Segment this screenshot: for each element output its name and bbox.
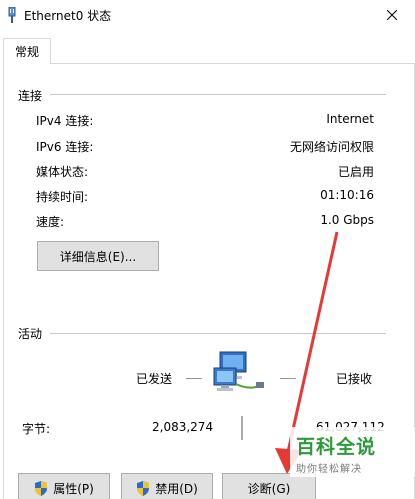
ipv6-label: IPv6 连接:: [36, 140, 94, 154]
tab-general[interactable]: 常规: [3, 38, 51, 64]
window-title: Ethernet0 状态: [24, 9, 112, 23]
disable-button[interactable]: 禁用(D): [121, 473, 213, 499]
ipv4-value: Internet: [326, 112, 374, 126]
connection-group-label: 连接: [18, 89, 43, 103]
watermark-subtitle: 助你轻松解决: [296, 464, 362, 475]
sent-label: 已发送: [136, 372, 173, 386]
watermark-title: 百科全说: [296, 436, 377, 458]
sent-dash: [186, 378, 202, 379]
bytes-sent-value: 2,083,274: [152, 420, 214, 434]
properties-label: 属性(P): [53, 481, 94, 496]
duration-value: 01:10:16: [320, 188, 374, 202]
disable-label: 禁用(D): [155, 481, 198, 496]
speed-value: 1.0 Gbps: [320, 213, 374, 227]
status-dialog: Ethernet0 状态 常规 连接 IPv4 连接: Internet IPv…: [0, 0, 415, 499]
speed-label: 速度:: [36, 215, 65, 229]
bytes-label: 字节:: [22, 422, 51, 436]
shield-icon: [137, 480, 150, 496]
duration-label: 持续时间:: [36, 190, 89, 204]
close-icon: [387, 10, 397, 20]
received-dash: [280, 378, 296, 379]
bytes-separator: [241, 416, 243, 440]
properties-button[interactable]: 属性(P): [18, 473, 110, 499]
close-button[interactable]: [369, 0, 415, 30]
connection-group-divider: [50, 94, 386, 95]
ipv6-value: 无网络访问权限: [289, 140, 374, 154]
activity-group-label: 活动: [18, 327, 43, 341]
media-state-value: 已启用: [337, 165, 374, 179]
details-button[interactable]: 详细信息(E)...: [37, 241, 159, 271]
network-computers-icon: [213, 351, 264, 391]
activity-group-divider: [50, 333, 386, 334]
title-bar[interactable]: Ethernet0 状态: [0, 0, 415, 30]
media-state-label: 媒体状态:: [36, 165, 89, 179]
tab-strip: 常规: [0, 34, 415, 64]
received-label: 已接收: [336, 372, 373, 386]
shield-icon: [35, 480, 48, 496]
network-adapter-icon: [8, 7, 16, 23]
ipv4-label: IPv4 连接:: [36, 114, 94, 128]
watermark: 百科全说 助你轻松解决: [296, 432, 376, 475]
